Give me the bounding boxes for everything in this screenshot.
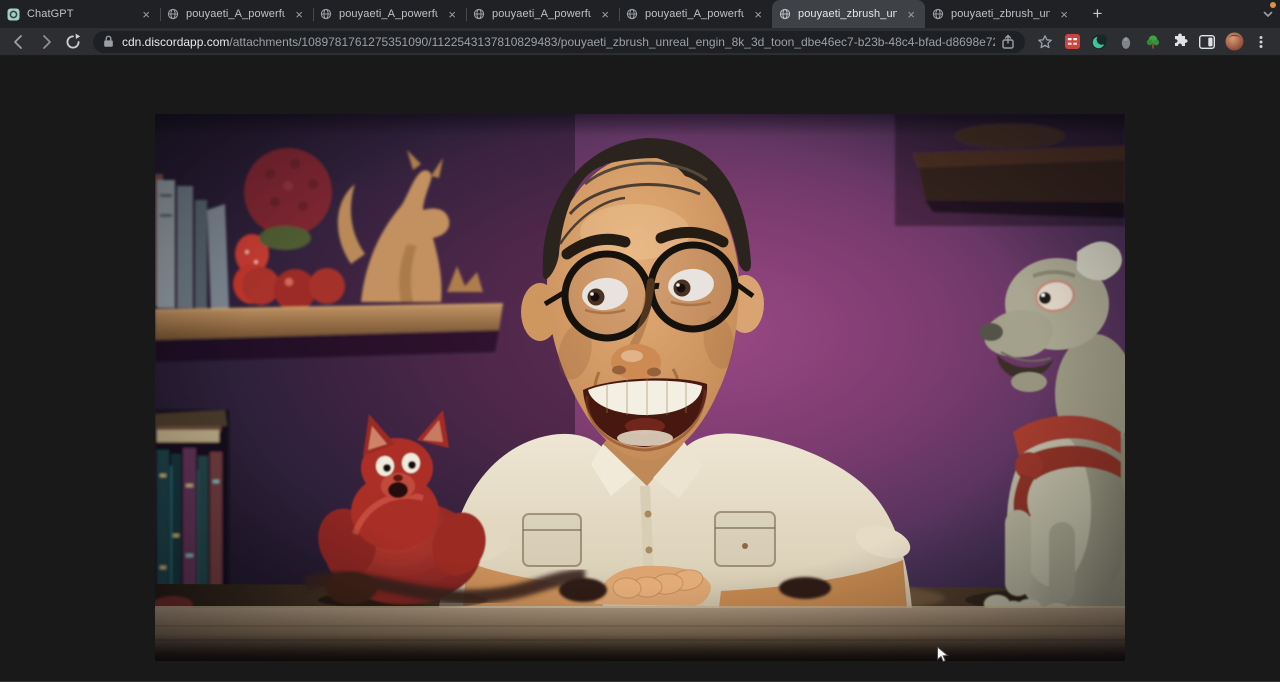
reload-icon[interactable] — [60, 30, 86, 54]
tab-title: pouyaeti_A_powerful_modern — [645, 8, 744, 20]
browser-window: ChatGPT × pouyaeti_A_powerful_modern × p… — [0, 0, 1280, 682]
tree-extension-icon[interactable] — [1140, 30, 1166, 54]
menu-kebab-icon[interactable] — [1248, 30, 1274, 54]
tab-close-icon[interactable]: × — [904, 7, 918, 22]
tab-close-icon[interactable]: × — [1057, 7, 1071, 22]
globe-icon — [932, 8, 944, 20]
globe-icon — [473, 8, 485, 20]
tab-title: pouyaeti_zbrush_unreal_engin — [951, 8, 1050, 20]
back-icon[interactable] — [6, 30, 32, 54]
tab-title: pouyaeti_A_powerful_modern — [339, 8, 438, 20]
globe-icon — [320, 8, 332, 20]
artwork-image[interactable] — [155, 114, 1125, 661]
tab-close-icon[interactable]: × — [598, 7, 612, 22]
tab-close-icon[interactable]: × — [139, 7, 153, 22]
tab-strip: ChatGPT × pouyaeti_A_powerful_modern × p… — [0, 0, 1280, 28]
address-bar[interactable]: cdn.discordapp.com/attachments/108978176… — [93, 31, 1025, 53]
bookmark-star-icon[interactable] — [1032, 30, 1058, 54]
new-tab-button[interactable]: + — [1085, 2, 1110, 27]
artwork-svg — [155, 114, 1125, 661]
globe-icon — [626, 8, 638, 20]
profile-avatar[interactable] — [1221, 30, 1247, 54]
vignette — [155, 114, 1125, 661]
tab-pouyaeti-2[interactable]: pouyaeti_A_powerful_modern × — [313, 0, 466, 28]
tab-title: pouyaeti_A_powerful_modern — [186, 8, 285, 20]
tab-pouyaeti-zbrush-2[interactable]: pouyaeti_zbrush_unreal_engin × — [925, 0, 1078, 28]
url-path: /attachments/1089781761275351090/1122543… — [229, 35, 995, 49]
tab-title: ChatGPT — [27, 8, 132, 20]
orange-status-dot — [1270, 2, 1276, 8]
tab-close-icon[interactable]: × — [751, 7, 765, 22]
mouse-cursor — [936, 646, 951, 669]
globe-icon — [167, 8, 179, 20]
side-panel-icon[interactable] — [1194, 30, 1220, 54]
tab-close-icon[interactable]: × — [445, 7, 459, 22]
chevron-down-icon[interactable] — [1262, 8, 1274, 20]
moon-extension-icon[interactable] — [1086, 30, 1112, 54]
extensions-puzzle-icon[interactable] — [1167, 30, 1193, 54]
share-icon[interactable] — [1001, 34, 1015, 50]
tab-pouyaeti-zbrush-active[interactable]: pouyaeti_zbrush_unreal_engin × — [772, 0, 925, 28]
globe-icon — [779, 8, 791, 20]
chatgpt-icon — [7, 8, 20, 21]
tab-pouyaeti-1[interactable]: pouyaeti_A_powerful_modern × — [160, 0, 313, 28]
url-text[interactable]: cdn.discordapp.com/attachments/108978176… — [122, 35, 995, 49]
gray-extension-icon[interactable] — [1113, 30, 1139, 54]
toolbar: cdn.discordapp.com/attachments/108978176… — [0, 28, 1280, 56]
tab-close-icon[interactable]: × — [292, 7, 306, 22]
page-content — [0, 56, 1280, 682]
tab-chatgpt[interactable]: ChatGPT × — [0, 0, 160, 28]
forward-icon[interactable] — [33, 30, 59, 54]
url-domain: cdn.discordapp.com — [122, 35, 229, 49]
tab-title: pouyaeti_A_powerful_modern — [492, 8, 591, 20]
red-extension-icon[interactable] — [1059, 30, 1085, 54]
tab-pouyaeti-4[interactable]: pouyaeti_A_powerful_modern × — [619, 0, 772, 28]
tab-title: pouyaeti_zbrush_unreal_engin — [798, 8, 897, 20]
lock-icon — [103, 35, 114, 48]
tab-pouyaeti-3[interactable]: pouyaeti_A_powerful_modern × — [466, 0, 619, 28]
